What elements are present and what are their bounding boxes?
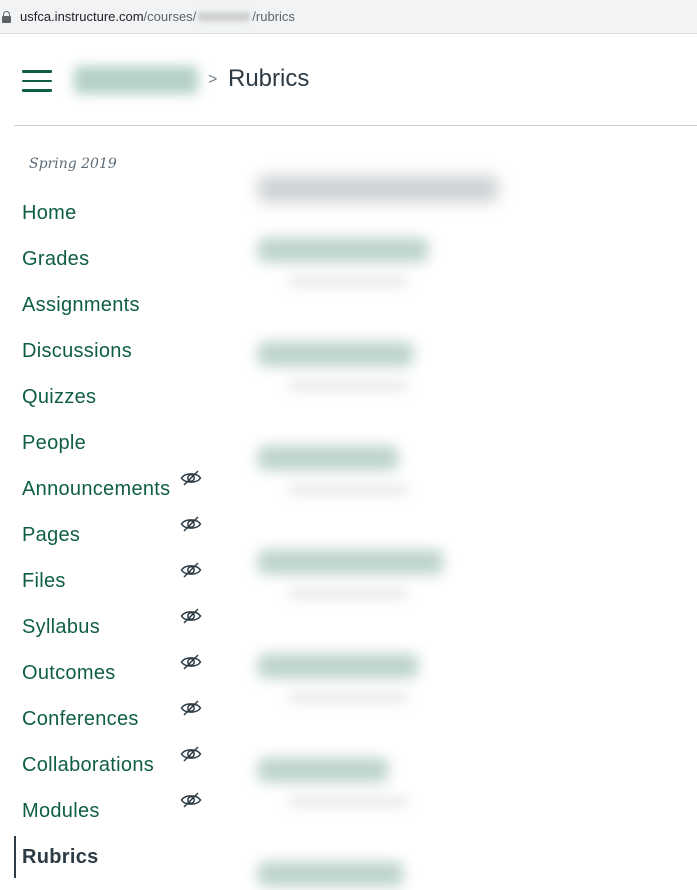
sidebar-item-label: Outcomes [22, 662, 116, 684]
eye-slash-icon [180, 515, 202, 533]
sidebar-item-label: Files [22, 570, 66, 592]
sidebar-item-quizzes[interactable]: Quizzes [14, 376, 214, 418]
rubrics-content [230, 126, 697, 890]
sidebar-item-label: Pages [22, 524, 81, 546]
eye-slash-icon [180, 745, 202, 763]
sidebar-item-rubrics[interactable]: Rubrics [14, 836, 214, 878]
sidebar-item-label: Collaborations [22, 754, 155, 776]
page-title: Rubrics [228, 65, 310, 92]
url-path-prefix: /courses/ [143, 9, 197, 24]
eye-slash-icon [180, 561, 202, 579]
breadcrumb-course-link[interactable] [74, 66, 198, 94]
url-host: usfca.instructure.com [20, 9, 144, 24]
sidebar-item-label: Rubrics [22, 846, 99, 868]
sidebar-item-label: Home [22, 202, 77, 224]
sidebar-item-assignments[interactable]: Assignments [14, 284, 214, 326]
blurred-heading [258, 176, 498, 202]
lock-icon [2, 11, 11, 23]
sidebar-item-label: Assignments [22, 294, 140, 316]
url-path-suffix: /rubrics [252, 9, 295, 24]
eye-slash-icon [180, 791, 202, 809]
sidebar-item-label: Quizzes [22, 386, 97, 408]
eye-slash-icon [180, 699, 202, 717]
sidebar-item-label: Syllabus [22, 616, 100, 638]
sidebar-item-label: Conferences [22, 708, 139, 730]
redacted-course-id [198, 12, 251, 22]
sidebar-item-label: People [22, 432, 87, 454]
hamburger-menu-icon[interactable] [22, 70, 52, 92]
sidebar-item-label: Discussions [22, 340, 132, 362]
eye-slash-icon [180, 653, 202, 671]
sidebar-item-people[interactable]: People [14, 422, 214, 464]
eye-slash-icon [180, 469, 202, 487]
browser-url-bar[interactable]: usfca.instructure.com /courses/ /rubrics [0, 0, 697, 34]
eye-slash-icon [180, 607, 202, 625]
sidebar-item-label: Grades [22, 248, 90, 270]
sidebar-item-label: Announcements [22, 478, 171, 500]
sidebar-item-discussions[interactable]: Discussions [14, 330, 214, 372]
course-navigation: Spring 2019 Home Grades Assignments Discuss… [14, 126, 214, 890]
term-label: Spring 2019 [29, 156, 117, 172]
url-text[interactable]: usfca.instructure.com /courses/ /rubrics [20, 9, 295, 25]
course-header: > Rubrics [14, 36, 697, 126]
sidebar-item-label: Modules [22, 800, 100, 822]
sidebar-item-grades[interactable]: Grades [14, 238, 214, 280]
breadcrumb-separator: > [208, 71, 218, 88]
sidebar-item-home[interactable]: Home [14, 192, 214, 234]
